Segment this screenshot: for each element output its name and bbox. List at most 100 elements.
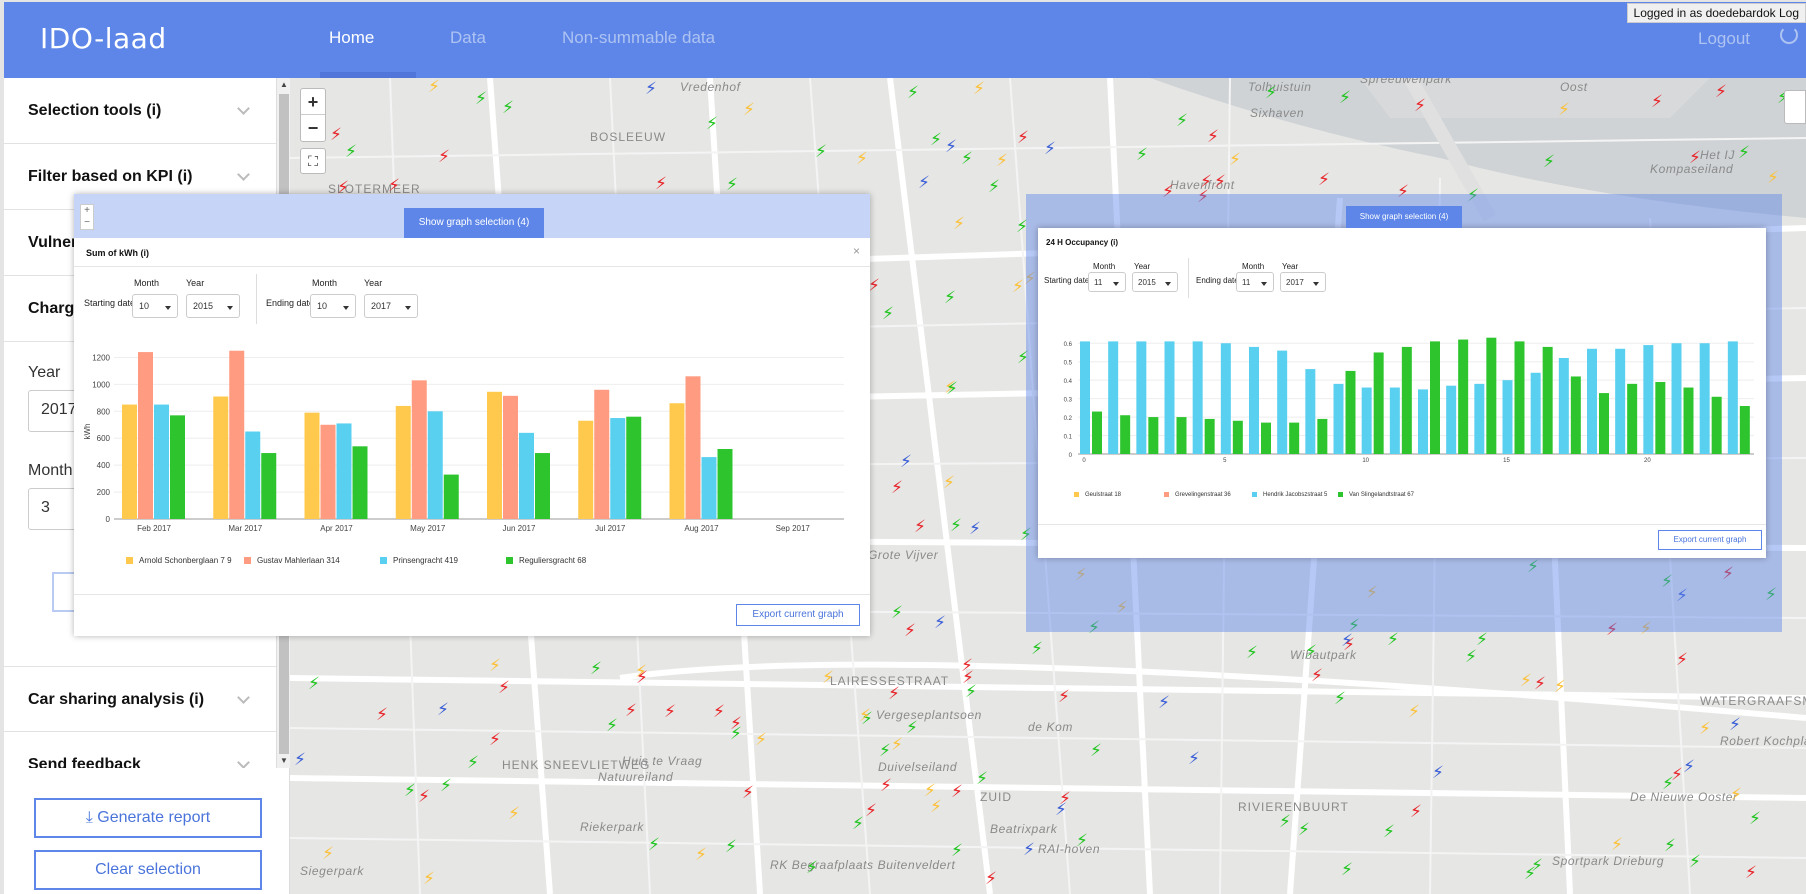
- bar[interactable]: [1136, 341, 1147, 454]
- charging-station-marker[interactable]: ⚡: [1318, 171, 1330, 188]
- start-month-select[interactable]: 11: [1088, 272, 1126, 292]
- bar[interactable]: [1289, 422, 1300, 454]
- charging-station-marker[interactable]: ⚡: [1476, 631, 1488, 648]
- charging-station-marker[interactable]: ⚡: [508, 805, 520, 822]
- charging-station-marker[interactable]: ⚡: [1730, 786, 1742, 803]
- charging-station-marker[interactable]: ⚡: [1729, 716, 1741, 733]
- charging-station-marker[interactable]: ⚡: [1044, 140, 1056, 157]
- bar[interactable]: [1401, 346, 1412, 454]
- bar[interactable]: [1671, 343, 1682, 454]
- bar[interactable]: [1164, 341, 1175, 454]
- bar[interactable]: [685, 376, 701, 519]
- end-month-select[interactable]: 11: [1236, 272, 1274, 292]
- bar[interactable]: [1643, 345, 1654, 454]
- legend-item[interactable]: Gustav Mahlerlaan 314: [244, 556, 340, 565]
- accordion-car-sharing[interactable]: Car sharing analysis (i): [4, 666, 276, 732]
- bar[interactable]: [1317, 418, 1328, 454]
- start-year-select[interactable]: 2015: [1132, 272, 1178, 292]
- charging-station-marker[interactable]: ⚡: [951, 842, 963, 859]
- bar[interactable]: [1333, 383, 1344, 454]
- charging-station-marker[interactable]: ⚡: [330, 126, 342, 143]
- charging-station-marker[interactable]: ⚡: [859, 707, 871, 724]
- legend-item[interactable]: Arnold Schonberglaan 7 9: [126, 556, 232, 565]
- bar[interactable]: [304, 412, 320, 519]
- charging-station-marker[interactable]: ⚡: [1298, 821, 1310, 838]
- bar[interactable]: [352, 446, 368, 519]
- bar[interactable]: [1418, 389, 1428, 454]
- bar[interactable]: [594, 389, 610, 519]
- charging-station-marker[interactable]: ⚡: [934, 614, 946, 631]
- charging-station-marker[interactable]: ⚡: [985, 870, 997, 887]
- bar[interactable]: [261, 453, 277, 519]
- start-month-select[interactable]: 10: [132, 294, 178, 318]
- charging-station-marker[interactable]: ⚡: [1432, 764, 1444, 781]
- bar[interactable]: [1739, 406, 1750, 454]
- charging-station-marker[interactable]: ⚡: [1339, 89, 1351, 106]
- charging-station-marker[interactable]: ⚡: [856, 150, 868, 167]
- charging-station-marker[interactable]: ⚡: [1334, 690, 1346, 707]
- bar[interactable]: [1530, 372, 1541, 454]
- charging-station-marker[interactable]: ⚡: [1676, 651, 1688, 668]
- bar[interactable]: [1699, 343, 1710, 454]
- charging-station-marker[interactable]: ⚡: [345, 143, 357, 160]
- bar[interactable]: [1261, 422, 1271, 454]
- bar[interactable]: [669, 403, 685, 519]
- power-icon[interactable]: [1780, 26, 1798, 44]
- charging-station-marker[interactable]: ⚡: [1023, 841, 1035, 858]
- charging-station-marker[interactable]: ⚡: [961, 657, 973, 674]
- charging-station-marker[interactable]: ⚡: [1689, 853, 1701, 870]
- bar[interactable]: [154, 404, 169, 519]
- bar[interactable]: [535, 453, 550, 519]
- charging-station-marker[interactable]: ⚡: [489, 657, 501, 674]
- end-year-select[interactable]: 2017: [364, 294, 418, 318]
- bar[interactable]: [443, 474, 459, 519]
- charging-station-marker[interactable]: ⚡: [988, 178, 1000, 195]
- bar[interactable]: [1458, 339, 1469, 454]
- legend-item[interactable]: Geulstraat 18: [1074, 492, 1121, 498]
- charging-station-marker[interactable]: ⚡: [900, 453, 912, 470]
- charging-station-marker[interactable]: ⚡: [996, 152, 1008, 169]
- bar[interactable]: [1514, 341, 1525, 454]
- bar[interactable]: [1080, 341, 1090, 454]
- charging-station-marker[interactable]: ⚡: [943, 474, 955, 491]
- charging-station-marker[interactable]: ⚡: [726, 176, 738, 193]
- bar[interactable]: [626, 416, 642, 519]
- bar[interactable]: [229, 350, 245, 519]
- bar[interactable]: [1446, 385, 1457, 454]
- charging-station-marker[interactable]: ⚡: [418, 788, 430, 805]
- charging-station-marker[interactable]: ⚡: [946, 380, 958, 397]
- charging-station-marker[interactable]: ⚡: [1305, 643, 1317, 660]
- bar[interactable]: [1148, 417, 1159, 454]
- charging-station-marker[interactable]: ⚡: [1158, 694, 1170, 711]
- charging-station-marker[interactable]: ⚡: [1176, 112, 1188, 129]
- charging-station-marker[interactable]: ⚡: [1651, 93, 1663, 110]
- charging-station-marker[interactable]: ⚡: [322, 845, 334, 862]
- charging-station-marker[interactable]: ⚡: [742, 784, 754, 801]
- charging-station-marker[interactable]: ⚡: [880, 777, 892, 794]
- charging-station-marker[interactable]: ⚡: [1408, 703, 1420, 720]
- charging-station-marker[interactable]: ⚡: [713, 703, 725, 720]
- charging-station-marker[interactable]: ⚡: [945, 138, 957, 155]
- bar[interactable]: [1277, 350, 1288, 454]
- charging-station-marker[interactable]: ⚡: [706, 115, 718, 132]
- charging-station-marker[interactable]: ⚡: [924, 782, 936, 799]
- charging-station-marker[interactable]: ⚡: [1058, 688, 1070, 705]
- layers-icon[interactable]: [1784, 90, 1806, 124]
- charging-station-marker[interactable]: ⚡: [489, 731, 501, 748]
- charging-station-marker[interactable]: ⚡: [1520, 672, 1532, 689]
- export-graph-button[interactable]: Export current graph: [1658, 530, 1762, 550]
- charging-station-marker[interactable]: ⚡: [1531, 857, 1543, 874]
- charging-station-marker[interactable]: ⚡: [1749, 810, 1761, 827]
- charging-station-marker[interactable]: ⚡: [1207, 128, 1219, 145]
- charging-station-marker[interactable]: ⚡: [953, 215, 965, 232]
- bar[interactable]: [487, 391, 502, 519]
- bar[interactable]: [395, 405, 411, 519]
- charging-station-marker[interactable]: ⚡: [865, 802, 877, 819]
- bar[interactable]: [122, 404, 137, 519]
- charging-station-marker[interactable]: ⚡: [806, 859, 818, 876]
- legend-item[interactable]: Hendrik Jacobszstraat 5: [1252, 492, 1327, 498]
- charging-station-marker[interactable]: ⚡: [645, 80, 657, 97]
- bar[interactable]: [1587, 348, 1597, 454]
- bar[interactable]: [1345, 370, 1356, 454]
- charging-station-marker[interactable]: ⚡: [376, 706, 388, 723]
